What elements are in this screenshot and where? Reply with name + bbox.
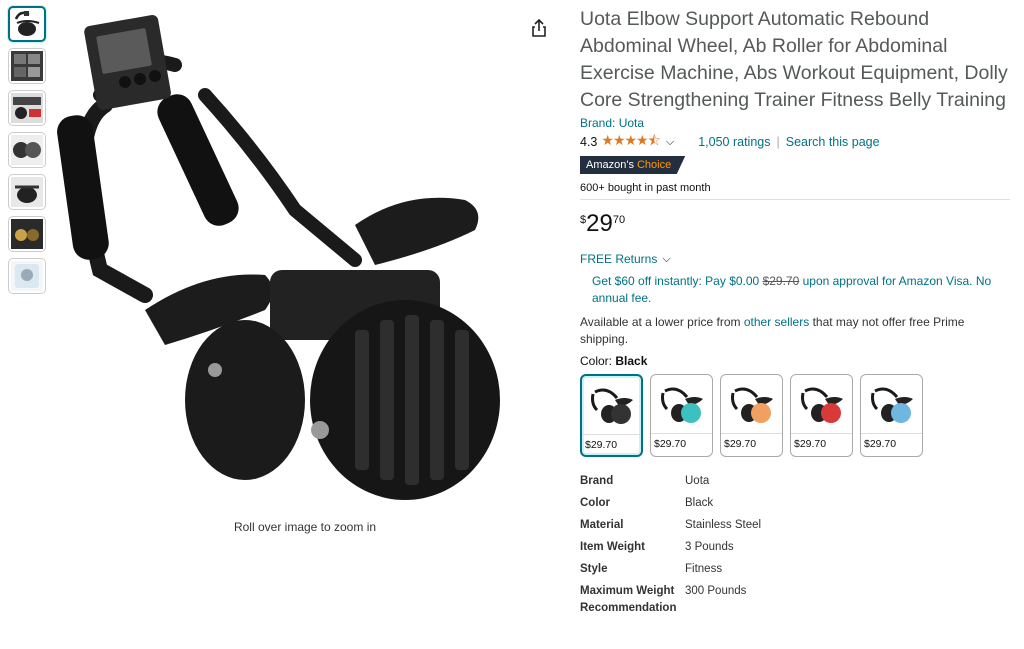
thumbnail-5[interactable] <box>8 174 46 210</box>
swatch-image <box>861 375 922 433</box>
spec-row: Brand Uota <box>580 473 1010 490</box>
thumbnail-3[interactable] <box>8 90 46 126</box>
price: $ 29 70 <box>580 211 1010 237</box>
spec-key: Item Weight <box>580 541 645 553</box>
spec-table: Brand Uota Color Black Material Stainless Ste… <box>580 473 1010 617</box>
swatch-image <box>791 375 852 433</box>
badge-prefix: Amazon's <box>586 159 634 171</box>
rating-value: 4.3 <box>580 135 598 149</box>
swatch-image <box>721 375 782 433</box>
spec-row: Maximum Weight Recommendation 300 Pounds <box>580 583 1010 617</box>
spec-value: Stainless Steel <box>685 519 762 531</box>
spec-key: Color <box>580 497 611 509</box>
swatch-price: $29.70 <box>861 433 922 454</box>
badge-choice: Choice <box>636 159 672 171</box>
other-sellers-link[interactable]: other sellers <box>744 315 809 329</box>
color-swatch[interactable]: $29.70 <box>650 374 713 457</box>
zoom-hint: Roll over image to zoom in <box>233 520 377 534</box>
chevron-down-icon[interactable]: ⌵ <box>666 136 674 149</box>
free-returns-label: FREE Returns <box>580 252 658 266</box>
spec-value: 300 Pounds <box>685 585 747 597</box>
price-whole: 29 <box>586 210 613 237</box>
separator: | <box>776 135 780 149</box>
spec-key: Style <box>580 563 608 575</box>
spec-value: 3 Pounds <box>685 541 734 553</box>
color-label-prefix: Color: <box>580 354 616 368</box>
chevron-down-icon: ⌵ <box>662 252 671 265</box>
promo-text: Get $60 off instantly: Pay $0.00 <box>592 274 763 288</box>
free-returns-link[interactable]: FREE Returns ⌵ <box>580 252 1010 266</box>
spec-row: Item Weight 3 Pounds <box>580 539 1010 556</box>
swatch-price: $29.70 <box>582 434 641 455</box>
thumbnail-7[interactable] <box>8 258 46 294</box>
spec-key: Maximum Weight Recommendation <box>580 585 677 614</box>
thumbnail-1[interactable] <box>8 6 46 42</box>
thumbnail-strip <box>8 6 48 300</box>
spec-value: Uota <box>685 475 710 487</box>
thumbnail-4[interactable] <box>8 132 46 168</box>
color-label: Color: Black <box>580 354 1010 368</box>
color-value: Black <box>615 354 648 368</box>
swatch-price: $29.70 <box>651 433 712 454</box>
divider <box>580 199 1010 200</box>
visa-promo[interactable]: Get $60 off instantly: Pay $0.00 $29.70 … <box>592 273 1010 307</box>
color-swatch[interactable]: $29.70 <box>790 374 853 457</box>
search-page-link[interactable]: Search this page <box>786 135 880 149</box>
swatch-image <box>651 375 712 433</box>
spec-key: Brand <box>580 475 614 487</box>
ratings-count-link[interactable]: 1,050 ratings <box>698 135 770 149</box>
color-swatch[interactable]: $29.70 <box>580 374 643 457</box>
color-swatches: $29.70 $29.70 $29.70 $29.70 $29.70 <box>580 374 1010 457</box>
spec-row: Material Stainless Steel <box>580 517 1010 534</box>
color-swatch[interactable]: $29.70 <box>720 374 783 457</box>
bought-count: 600+ bought in past month <box>580 182 711 194</box>
spec-value: Fitness <box>685 563 723 575</box>
swatch-price: $29.70 <box>721 433 782 454</box>
swatch-price: $29.70 <box>791 433 852 454</box>
share-icon[interactable] <box>530 18 548 38</box>
thumbnail-2[interactable] <box>8 48 46 84</box>
amazons-choice-badge[interactable]: Amazon's Choice <box>580 156 686 174</box>
spec-key: Material <box>580 519 624 531</box>
spec-row: Color Black <box>580 495 1010 512</box>
rating-row: 4.3 ★★★★⯪ ⌵ 1,050 ratings | Search this … <box>580 130 1010 154</box>
color-swatch[interactable]: $29.70 <box>860 374 923 457</box>
brand-link[interactable]: Brand: Uota <box>580 116 1010 130</box>
lower-price-text: Available at a lower price from <box>580 315 744 329</box>
spec-row: Style Fitness <box>580 561 1010 578</box>
product-details: Uota Elbow Support Automatic Rebound Abd… <box>580 6 1010 622</box>
spec-value: Black <box>685 497 714 509</box>
star-rating-icon[interactable]: ★★★★⯪ <box>601 130 660 154</box>
swatch-image <box>582 376 641 434</box>
lower-price-note: Available at a lower price from other se… <box>580 314 1010 348</box>
promo-strike-price: $29.70 <box>762 274 800 288</box>
price-fraction: 70 <box>612 214 626 226</box>
product-title: Uota Elbow Support Automatic Rebound Abd… <box>580 8 1008 111</box>
ab-roller-thumb-icon <box>14 11 40 36</box>
product-main-image[interactable] <box>55 10 565 510</box>
thumbnail-6[interactable] <box>8 216 46 252</box>
